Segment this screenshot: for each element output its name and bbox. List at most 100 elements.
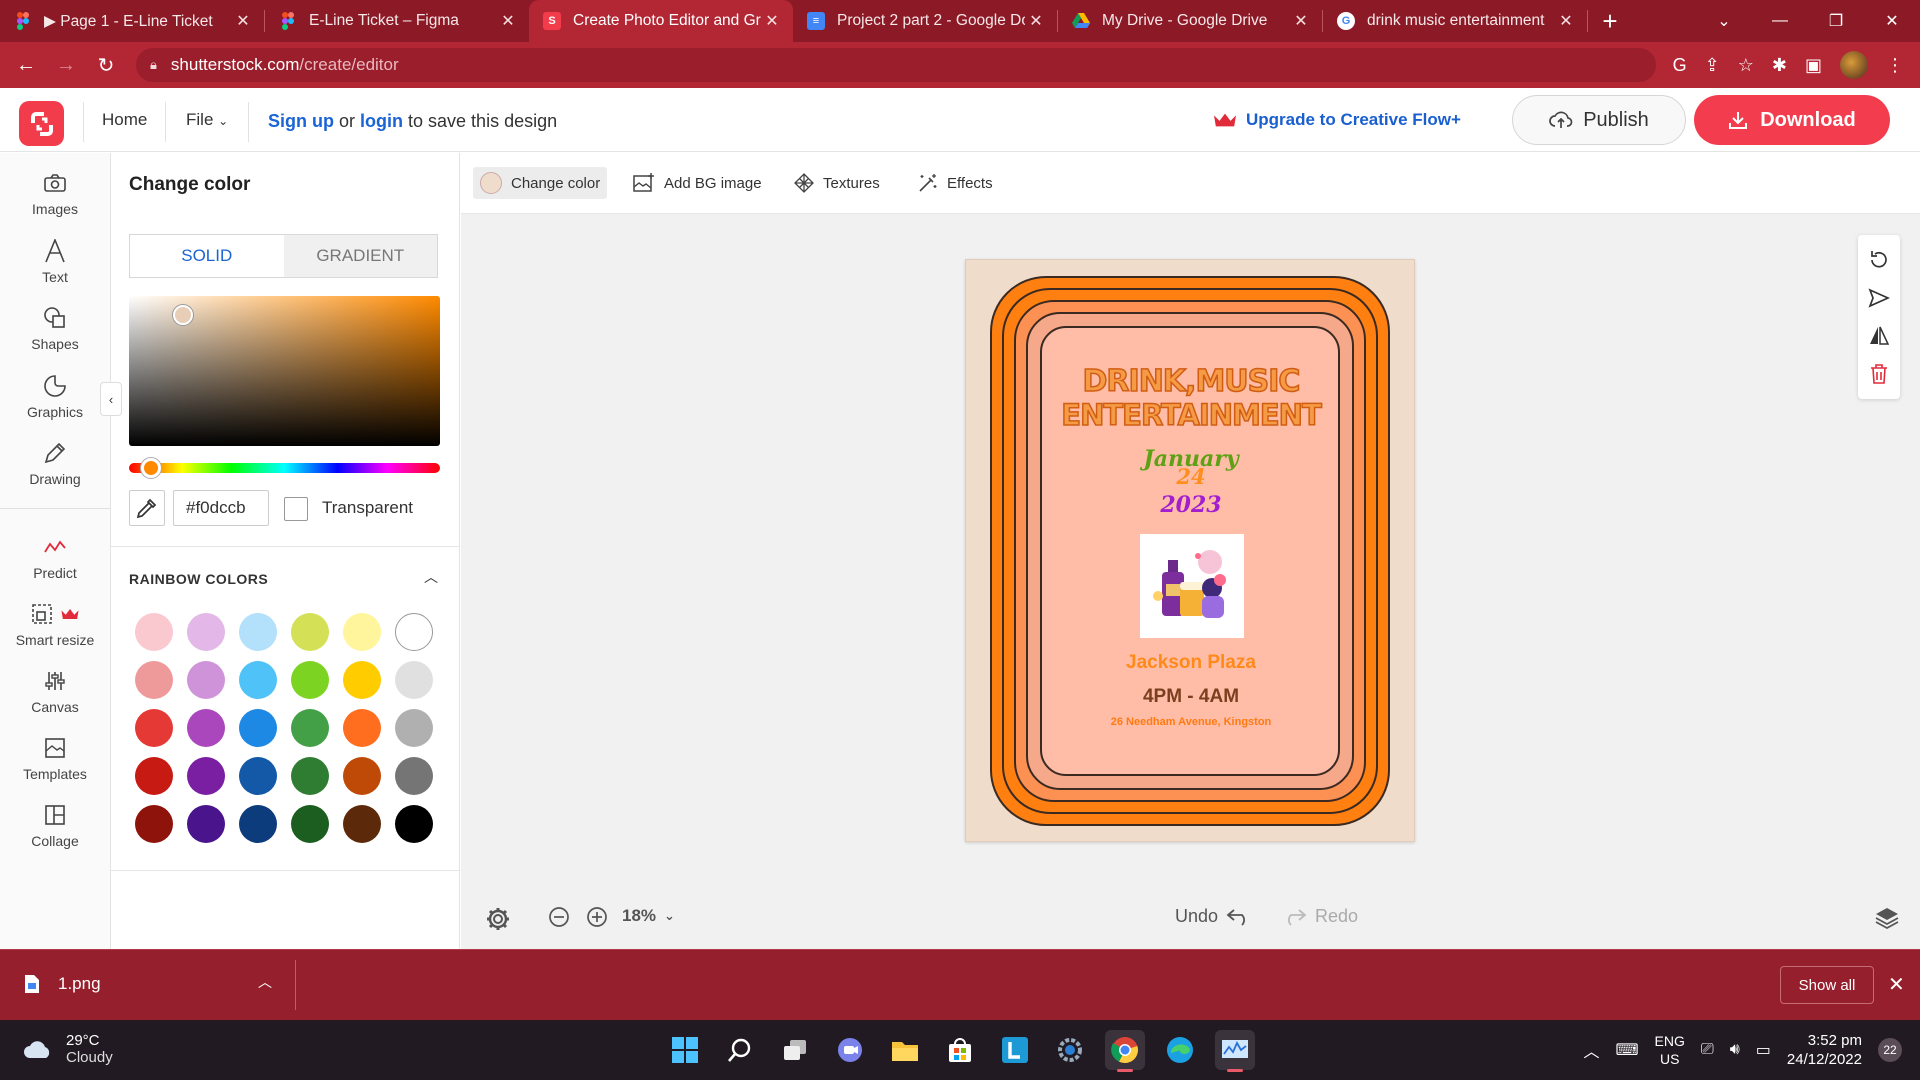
rail-text[interactable]: Text bbox=[0, 237, 110, 285]
sign-up-link[interactable]: Sign up bbox=[268, 111, 334, 131]
color-swatch[interactable] bbox=[187, 709, 225, 747]
zoom-in-button[interactable] bbox=[586, 906, 608, 928]
download-item[interactable]: 1.png bbox=[24, 974, 101, 994]
share-icon[interactable]: ⇪ bbox=[1705, 55, 1720, 76]
back-icon[interactable]: ← bbox=[6, 54, 46, 77]
layers-button[interactable] bbox=[1874, 906, 1900, 930]
network-icon[interactable]: ⎚ bbox=[1701, 1041, 1714, 1059]
browser-tab-5[interactable]: My Drive - Google Drive ✕ bbox=[1058, 0, 1322, 42]
add-bg-image-button[interactable]: Add BG image bbox=[626, 167, 769, 199]
rail-smart-resize[interactable]: Smart resize bbox=[0, 600, 110, 648]
url-field[interactable]: 🔒︎ shutterstock.com/create/editor bbox=[136, 48, 1656, 82]
tab-solid[interactable]: SOLID bbox=[130, 235, 284, 277]
change-color-button[interactable]: Change color bbox=[473, 167, 608, 199]
weather-widget[interactable]: 29°C Cloudy bbox=[22, 1032, 113, 1066]
color-swatch[interactable] bbox=[395, 709, 433, 747]
transparent-checkbox[interactable] bbox=[284, 497, 308, 521]
color-swatch[interactable] bbox=[187, 805, 225, 843]
keyboard-icon[interactable]: ⌨ bbox=[1615, 1040, 1638, 1060]
hue-slider[interactable] bbox=[129, 463, 440, 473]
textures-button[interactable]: Textures bbox=[787, 167, 887, 199]
color-swatch[interactable] bbox=[291, 757, 329, 795]
close-icon[interactable]: ✕ bbox=[1025, 11, 1047, 31]
browser-tab-4[interactable]: ≡ Project 2 part 2 - Google Do ✕ bbox=[793, 0, 1057, 42]
google-lens-icon[interactable]: G bbox=[1673, 55, 1687, 76]
flip-icon[interactable] bbox=[1868, 325, 1890, 347]
color-swatch[interactable] bbox=[291, 661, 329, 699]
tab-gradient[interactable]: GRADIENT bbox=[283, 235, 437, 277]
chevron-up-icon[interactable]: ︿ bbox=[424, 567, 438, 587]
chevron-up-icon[interactable]: ︿ bbox=[1583, 1038, 1599, 1062]
browser-tab-6[interactable]: G drink music entertainment ✕ bbox=[1323, 0, 1587, 42]
settings-button[interactable] bbox=[485, 906, 511, 932]
zoom-out-button[interactable] bbox=[548, 906, 570, 928]
login-link[interactable]: login bbox=[360, 111, 403, 131]
close-icon[interactable]: ✕ bbox=[232, 11, 254, 31]
battery-icon[interactable]: ▭ bbox=[1756, 1040, 1771, 1060]
color-swatch[interactable] bbox=[395, 757, 433, 795]
l-app-button[interactable] bbox=[995, 1030, 1035, 1070]
color-swatch[interactable] bbox=[291, 709, 329, 747]
color-swatch[interactable] bbox=[239, 757, 277, 795]
send-icon[interactable] bbox=[1868, 287, 1890, 309]
undo-button[interactable]: Undo bbox=[1175, 906, 1252, 927]
rail-templates[interactable]: Templates bbox=[0, 734, 110, 782]
rail-graphics[interactable]: Graphics bbox=[0, 372, 110, 420]
side-panel-icon[interactable]: ▣ bbox=[1805, 55, 1822, 76]
close-icon[interactable]: ✕ bbox=[497, 11, 519, 31]
color-swatch[interactable] bbox=[395, 661, 433, 699]
profile-avatar[interactable] bbox=[1840, 51, 1868, 79]
color-swatch[interactable] bbox=[395, 613, 433, 651]
color-swatch[interactable] bbox=[343, 661, 381, 699]
color-swatch[interactable] bbox=[291, 613, 329, 651]
color-swatch[interactable] bbox=[395, 805, 433, 843]
language-indicator[interactable]: ENG US bbox=[1655, 1032, 1685, 1068]
color-swatch[interactable] bbox=[343, 805, 381, 843]
color-swatch[interactable] bbox=[239, 805, 277, 843]
collapse-panel-button[interactable]: ‹ bbox=[100, 382, 122, 416]
color-swatch[interactable] bbox=[239, 661, 277, 699]
task-view-button[interactable] bbox=[775, 1030, 815, 1070]
color-swatch[interactable] bbox=[239, 709, 277, 747]
color-swatch[interactable] bbox=[187, 757, 225, 795]
rail-predict[interactable]: Predict bbox=[0, 533, 110, 581]
minimize-icon[interactable]: — bbox=[1752, 12, 1808, 30]
download-button[interactable]: Download bbox=[1694, 95, 1890, 145]
reload-icon[interactable]: ↻ bbox=[86, 53, 126, 78]
forward-icon[interactable]: → bbox=[46, 54, 86, 77]
rail-collage[interactable]: Collage bbox=[0, 801, 110, 849]
color-swatch[interactable] bbox=[343, 757, 381, 795]
color-swatch[interactable] bbox=[135, 661, 173, 699]
browser-tab-3[interactable]: S Create Photo Editor and Gr ✕ bbox=[529, 0, 793, 42]
close-icon[interactable]: ✕ bbox=[761, 11, 783, 31]
store-button[interactable] bbox=[940, 1030, 980, 1070]
settings-app-button[interactable] bbox=[1050, 1030, 1090, 1070]
home-link[interactable]: Home bbox=[102, 110, 147, 130]
hex-input[interactable]: #f0dccb bbox=[173, 490, 269, 526]
color-swatch[interactable] bbox=[135, 709, 173, 747]
color-swatch[interactable] bbox=[187, 661, 225, 699]
tab-search-icon[interactable]: ⌄ bbox=[1696, 11, 1752, 31]
color-swatch[interactable] bbox=[135, 613, 173, 651]
edge-button[interactable] bbox=[1160, 1030, 1200, 1070]
zoom-select[interactable]: 18% ⌄ bbox=[622, 906, 675, 926]
close-window-icon[interactable]: ✕ bbox=[1864, 11, 1920, 31]
close-icon[interactable]: ✕ bbox=[1555, 11, 1577, 31]
rail-canvas[interactable]: Canvas bbox=[0, 667, 110, 715]
color-swatch[interactable] bbox=[187, 613, 225, 651]
file-explorer-button[interactable] bbox=[885, 1030, 925, 1070]
color-swatch[interactable] bbox=[291, 805, 329, 843]
rotate-icon[interactable] bbox=[1868, 249, 1890, 271]
volume-icon[interactable]: 🔊︎ bbox=[1730, 1041, 1740, 1059]
restore-icon[interactable]: ❐ bbox=[1808, 11, 1864, 31]
saturation-handle[interactable] bbox=[173, 305, 193, 325]
clock[interactable]: 3:52 pm 24/12/2022 bbox=[1787, 1031, 1862, 1069]
search-button[interactable] bbox=[720, 1030, 760, 1070]
redo-button[interactable]: Redo bbox=[1281, 906, 1358, 927]
shutterstock-logo[interactable] bbox=[19, 101, 64, 146]
hue-handle[interactable] bbox=[141, 458, 161, 478]
start-button[interactable] bbox=[665, 1030, 705, 1070]
color-swatch[interactable] bbox=[135, 757, 173, 795]
more-menu-icon[interactable]: ⋮ bbox=[1886, 55, 1904, 76]
bookmark-star-icon[interactable]: ☆ bbox=[1738, 55, 1754, 76]
